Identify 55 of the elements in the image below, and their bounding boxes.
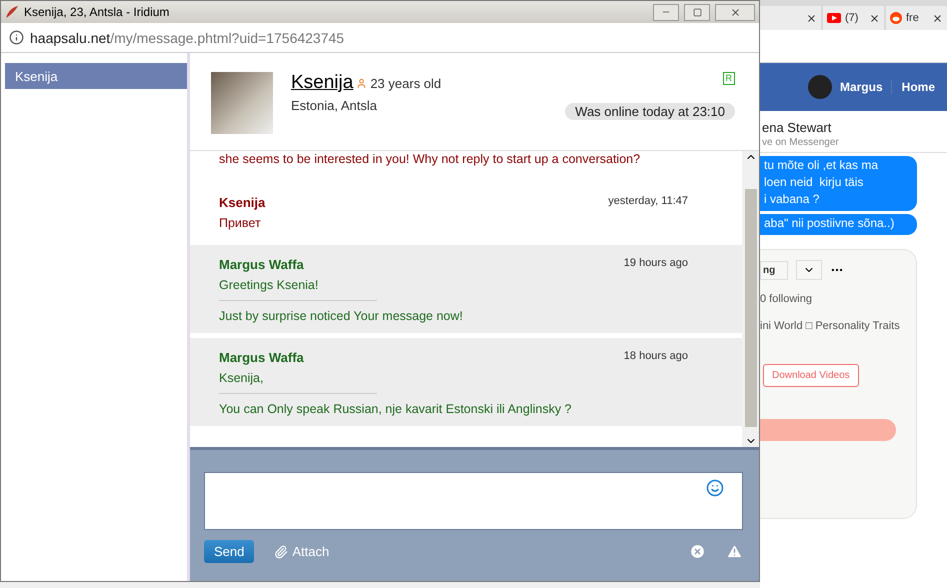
avatar xyxy=(808,75,832,99)
button-fragment[interactable]: ng xyxy=(760,260,788,280)
profile-name-link[interactable]: Ksenija xyxy=(291,72,354,94)
close-circle-icon[interactable] xyxy=(689,543,706,560)
message-text: Just by surprise noticed Your message now! xyxy=(219,309,464,323)
maximize-button[interactable] xyxy=(684,4,710,20)
following-count: 0 following xyxy=(760,292,812,307)
message-input-field[interactable] xyxy=(204,472,743,530)
person-icon xyxy=(356,78,368,88)
play-icon xyxy=(827,13,841,23)
maximize-icon xyxy=(692,8,702,16)
chat-status: ve on Messenger xyxy=(760,135,947,153)
user-link[interactable]: Margus xyxy=(840,80,883,94)
photo-placeholder xyxy=(211,72,273,134)
close-icon[interactable] xyxy=(806,12,817,24)
message-author: Ksenija xyxy=(219,195,266,210)
feather-icon xyxy=(5,5,19,19)
send-button[interactable]: Send xyxy=(204,540,254,563)
info-icon[interactable] xyxy=(9,30,24,45)
message-text: Ksenija, xyxy=(219,371,264,385)
profile-badge: R xyxy=(722,72,735,85)
browser-tab[interactable]: (7) xyxy=(823,6,884,30)
url-text[interactable]: haapsalu.net/my/message.phtml?uid=1756423745 xyxy=(30,30,344,46)
notice-text: she seems to be interested in you! Why not reply to start up a conversation? xyxy=(218,151,642,168)
profile-location: Estonia, Antsla xyxy=(291,98,378,113)
window-title: Ksenija, 23, Antsla - Iridium xyxy=(24,5,170,19)
message-time: 18 hours ago xyxy=(624,350,688,364)
close-icon xyxy=(730,6,740,18)
sidebar-item[interactable]: Ksenija xyxy=(5,63,187,89)
minimize-button[interactable] xyxy=(653,4,679,20)
profile-age: 23 years old xyxy=(370,76,442,90)
browser-tab[interactable]: fre xyxy=(886,6,947,30)
tab-title: fre xyxy=(906,12,919,24)
message-author: Margus Waffa xyxy=(219,257,304,272)
message-text: You can Only speak Russian, nje kavarit Estonski ili Anglinsky ? xyxy=(219,402,572,416)
download-button[interactable]: Download Videos xyxy=(763,364,859,387)
smiley-icon[interactable] xyxy=(706,479,724,497)
home-link[interactable]: Home xyxy=(890,80,935,94)
message-text: Greetings Ksenia! xyxy=(219,278,320,292)
last-seen-label: Was online today at 23:10 xyxy=(565,103,735,120)
paperclip-icon xyxy=(274,544,288,558)
close-icon[interactable] xyxy=(869,12,880,24)
chat-name: ena Stewart xyxy=(761,119,832,135)
tab-title: (7) xyxy=(845,12,858,24)
message-author: Margus Waffa xyxy=(219,350,304,365)
message-time: yesterday, 11:47 xyxy=(608,195,688,209)
close-icon[interactable] xyxy=(932,12,943,24)
message-time: 19 hours ago xyxy=(624,257,688,271)
tags-text: ini World □ Personality Traits xyxy=(760,319,900,334)
message-text: Привет xyxy=(219,216,262,230)
close-button[interactable] xyxy=(715,4,755,20)
chat-bubble: aba" nii postiivne sõna..) xyxy=(760,214,917,235)
warning-icon[interactable] xyxy=(726,543,743,560)
chat-bubble: tu mõte oli ,et kas ma loen neid kirju täis i vabana ? xyxy=(760,156,917,211)
scrollbar[interactable] xyxy=(742,151,759,447)
